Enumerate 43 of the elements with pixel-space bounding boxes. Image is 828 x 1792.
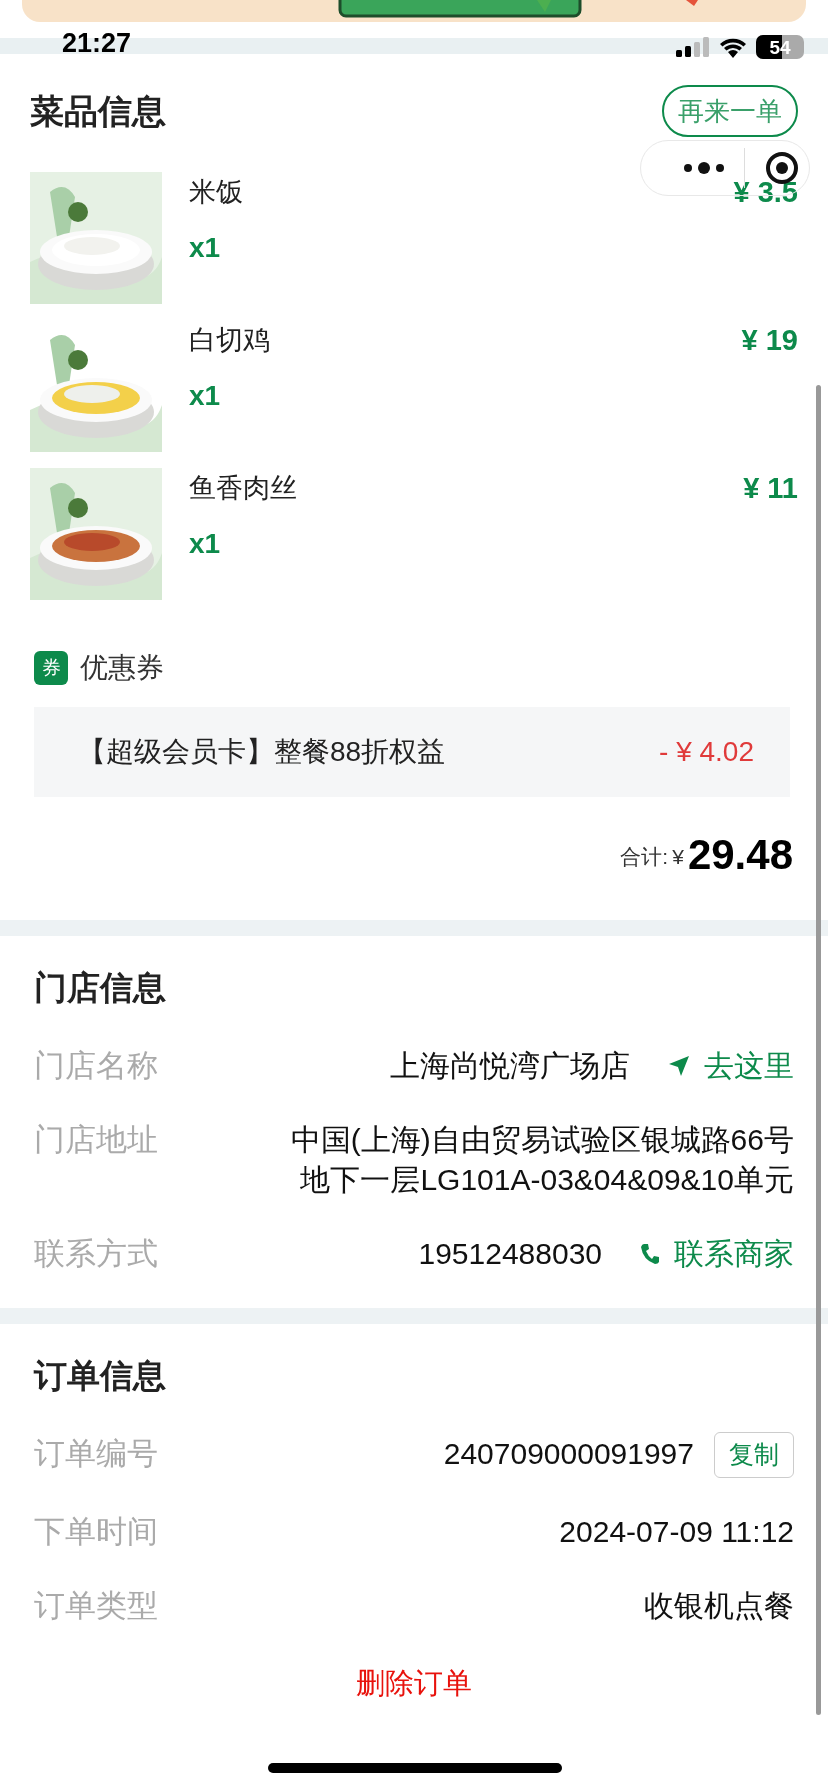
field-value: 240709000091997 [443,1436,694,1472]
field-label: 门店地址 [34,1121,158,1159]
dish-quantity: x1 [189,231,222,265]
field-value: 上海尚悦湾广场店 [390,1048,630,1084]
delete-order-button[interactable]: 删除订单 [356,1662,472,1706]
field-label: 联系方式 [34,1235,158,1273]
field-label: 订单编号 [34,1435,158,1473]
currency-symbol: ¥ [672,843,684,870]
coupon-badge: 券 [34,651,68,685]
field-value: 地下一层LG101A-03&04&09&10单元 [300,1162,794,1198]
phone-icon [640,1243,660,1265]
copy-button[interactable]: 复制 [714,1432,794,1478]
dish-price: ¥ 11 [743,471,798,506]
dish-quantity: x1 [189,527,222,561]
field-label: 订单类型 [34,1587,158,1625]
dish-price: ¥ 19 [741,323,798,358]
more-icon[interactable] [683,162,725,174]
field-value: 2024-07-09 11:12 [559,1514,794,1550]
signal-icon [676,37,710,57]
discount-amount: - ¥ 4.02 [659,735,754,769]
coupon-label: 优惠券 [80,651,164,685]
field-value: 中国(上海)自由贸易试验区银城路66号 [290,1122,794,1158]
dish-price: ¥ 3.5 [733,175,798,210]
reorder-button[interactable]: 再来一单 [662,85,798,137]
directions-link[interactable]: 去这里 [668,1046,794,1086]
field-label: 下单时间 [34,1513,158,1551]
wifi-icon [718,36,748,58]
status-time: 21:27 [62,30,132,57]
total-label: 合计: [620,843,669,870]
field-label: 门店名称 [34,1047,158,1085]
dish-name: 米饭 [189,176,243,209]
contact-link[interactable]: 联系商家 [640,1234,794,1274]
dish-quantity: x1 [189,379,222,413]
field-value: 19512488030 [418,1236,602,1272]
total-amount: 29.48 [687,834,793,876]
section-title: 菜品信息 [30,90,166,132]
dish-name: 白切鸡 [189,324,270,357]
section-title: 订单信息 [34,1356,167,1396]
coupon-name: 【超级会员卡】整餐88折权益 [78,735,446,769]
dish-name: 鱼香肉丝 [189,472,297,505]
navigation-arrow-icon [668,1055,690,1077]
field-value: 收银机点餐 [644,1588,794,1624]
section-title: 门店信息 [34,968,167,1008]
